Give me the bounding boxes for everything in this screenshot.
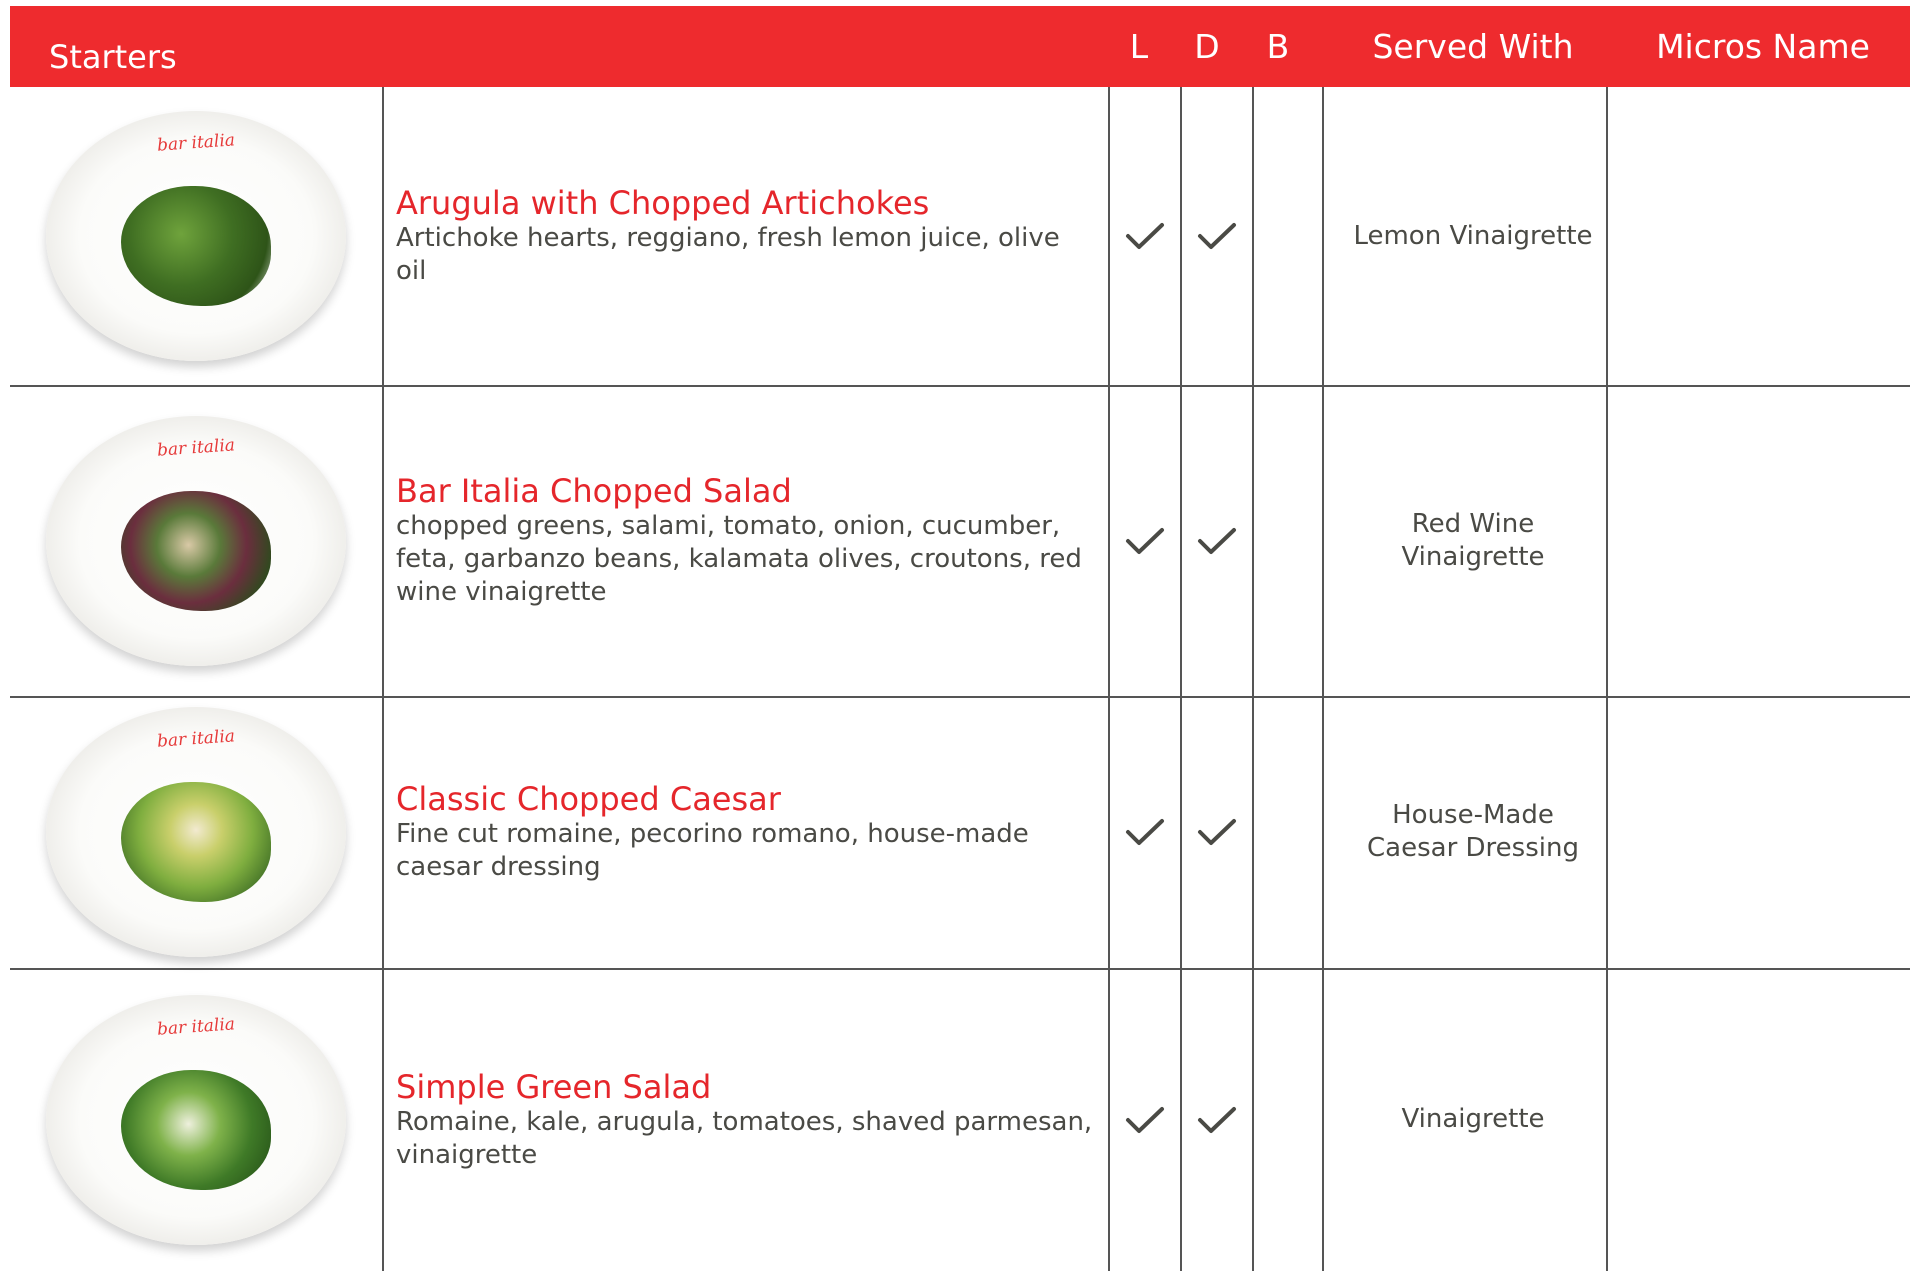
dinner-cell [1182, 696, 1252, 968]
brunch-cell [1254, 87, 1322, 385]
dish-name: Simple Green Salad [396, 1067, 712, 1106]
dish-name: Arugula with Chopped Artichokes [396, 184, 930, 222]
dish-description: chopped greens, salami, tomato, onion, c… [396, 511, 1082, 607]
salad-image [121, 782, 271, 902]
column-micros-name-header: Micros Name [1656, 27, 1870, 66]
checkmark-icon [1198, 1106, 1236, 1133]
micros-name-cell [1616, 385, 1910, 696]
table-row: bar italia Arugula with Chopped Artichok… [10, 87, 1910, 387]
dish-photo: bar italia [46, 994, 346, 1245]
micros-name-cell [1616, 696, 1910, 968]
brunch-cell [1254, 968, 1322, 1271]
table-row: bar italia Classic Chopped Caesar Fine c… [10, 696, 1910, 970]
dish-description-cell: Simple Green Salad Romaine, kale, arugul… [382, 968, 1108, 1271]
salad-image [121, 186, 271, 306]
micros-name-cell [1616, 87, 1910, 385]
checkmark-icon [1126, 223, 1164, 249]
plate-logo: bar italia [156, 130, 236, 156]
menu-sheet: Starters L D B Served With Micros Name b… [10, 6, 1910, 1271]
served-with-cell: House-Made Caesar Dressing [1367, 800, 1579, 863]
dish-description-cell: Arugula with Chopped Artichokes Artichok… [382, 87, 1108, 385]
dish-name: Bar Italia Chopped Salad [396, 472, 792, 510]
dinner-cell [1182, 968, 1252, 1271]
dish-description-cell: Classic Chopped Caesar Fine cut romaine,… [382, 696, 1108, 968]
lunch-cell [1110, 385, 1180, 696]
dinner-cell [1182, 385, 1252, 696]
checkmark-icon [1198, 527, 1236, 554]
lunch-cell [1110, 968, 1180, 1271]
dish-name: Classic Chopped Caesar [396, 780, 781, 818]
checkmark-icon [1198, 819, 1236, 845]
salad-image [121, 490, 271, 611]
column-dinner-header: D [1194, 27, 1220, 66]
column-brunch-header: B [1266, 27, 1290, 66]
section-title: Starters [49, 37, 177, 76]
dish-description: Artichoke hearts, reggiano, fresh lemon … [396, 223, 1060, 286]
checkmark-icon [1126, 1106, 1164, 1133]
checkmark-icon [1126, 819, 1164, 845]
dish-photo-cell: bar italia [10, 696, 382, 968]
dish-photo-cell: bar italia [10, 968, 382, 1271]
plate-logo: bar italia [156, 726, 236, 752]
plate-logo: bar italia [156, 434, 236, 461]
dish-photo: bar italia [46, 415, 346, 666]
dish-photo: bar italia [46, 707, 346, 957]
brunch-cell [1254, 385, 1322, 696]
dish-description: Fine cut romaine, pecorino romano, house… [396, 819, 1029, 882]
table-header: Starters L D B Served With Micros Name [10, 6, 1910, 87]
dish-description: Romaine, kale, arugula, tomatoes, shaved… [396, 1106, 1093, 1170]
checkmark-icon [1198, 223, 1236, 249]
column-lunch-header: L [1129, 27, 1149, 66]
dish-photo-cell: bar italia [10, 87, 382, 385]
dinner-cell [1182, 87, 1252, 385]
column-served-with-header: Served With [1372, 27, 1574, 66]
micros-name-cell [1616, 968, 1910, 1271]
served-with-cell: Vinaigrette [1401, 1104, 1545, 1134]
plate-logo: bar italia [156, 1013, 236, 1040]
dish-photo-cell: bar italia [10, 385, 382, 696]
lunch-cell [1110, 87, 1180, 385]
served-with-cell: Red Wine Vinaigrette [1401, 508, 1545, 572]
salad-image [121, 1069, 271, 1190]
brunch-cell [1254, 696, 1322, 968]
table-row: bar italia Simple Green Salad Romaine, k… [10, 968, 1910, 1271]
dish-photo: bar italia [46, 111, 346, 361]
served-with-cell: Lemon Vinaigrette [1353, 220, 1593, 251]
checkmark-icon [1126, 527, 1164, 554]
table-row: bar italia Bar Italia Chopped Salad chop… [10, 385, 1910, 698]
dish-description-cell: Bar Italia Chopped Salad chopped greens,… [382, 385, 1108, 696]
lunch-cell [1110, 696, 1180, 968]
